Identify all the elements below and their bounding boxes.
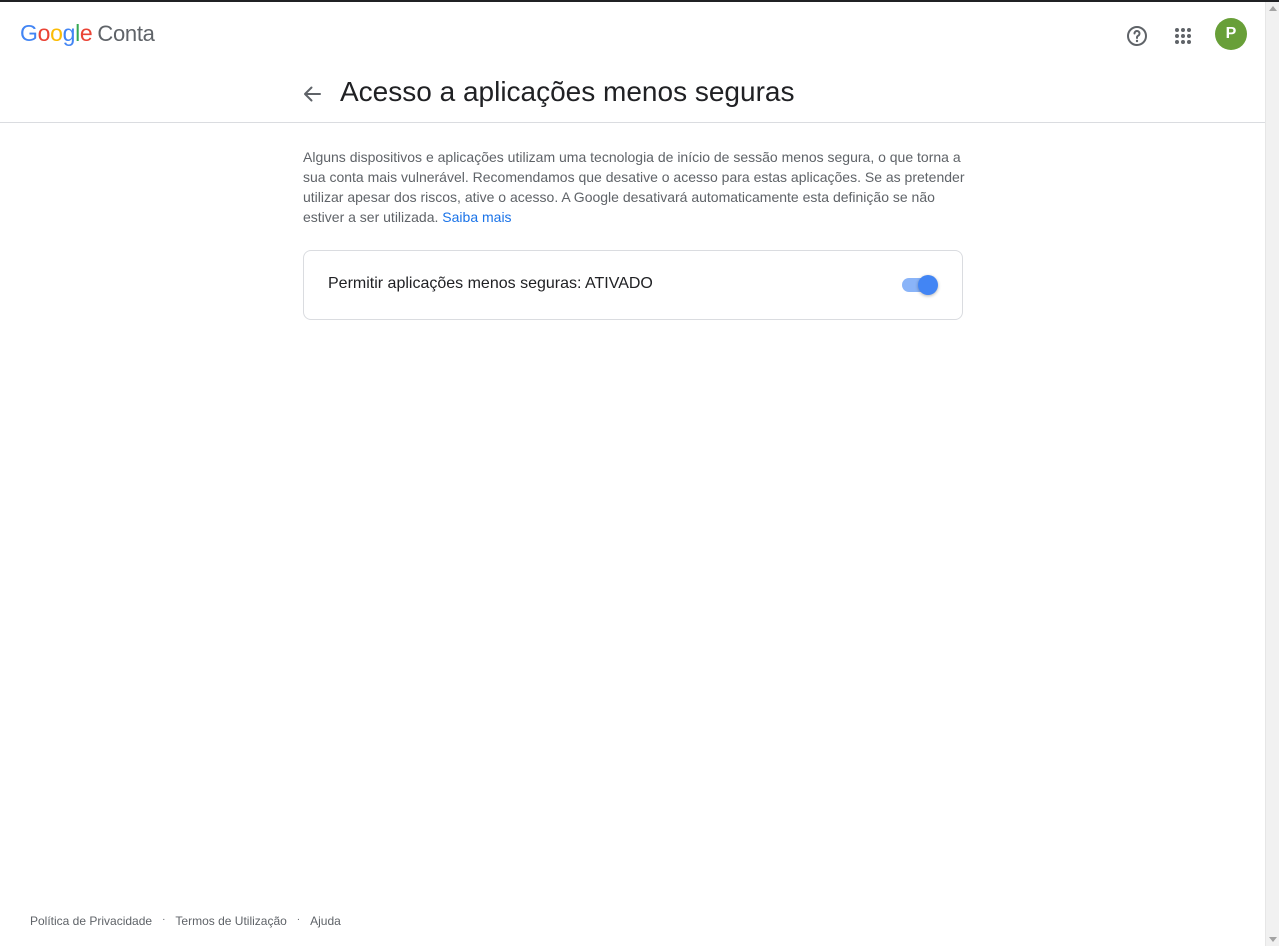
logo-letter: o	[37, 20, 51, 46]
description: Alguns dispositivos e aplicações utiliza…	[303, 147, 965, 227]
google-account-logo[interactable]: Google Conta	[20, 20, 155, 47]
logo-letter: G	[20, 20, 38, 46]
less-secure-apps-card: Permitir aplicações menos seguras: ATIVA…	[303, 250, 963, 320]
avatar[interactable]: P	[1215, 18, 1247, 50]
learn-more-link[interactable]: Saiba mais	[442, 209, 511, 225]
back-button[interactable]	[292, 74, 332, 114]
help-button[interactable]	[1117, 16, 1157, 56]
footer: Política de Privacidade · Termos de Util…	[30, 913, 341, 929]
logo-letter: o	[50, 20, 63, 46]
arrow-back-icon	[304, 86, 321, 102]
help-circle-icon	[1127, 26, 1147, 46]
apps-button[interactable]	[1163, 16, 1203, 56]
apps-grid-icon	[1175, 28, 1191, 44]
header: Google Conta P	[0, 2, 1265, 66]
product-name: Conta	[97, 21, 155, 46]
terms-link[interactable]: Termos de Utilização	[175, 914, 286, 928]
footer-separator: ·	[162, 913, 166, 925]
description-text: Alguns dispositivos e aplicações utiliza…	[303, 149, 965, 225]
title-row: Acesso a aplicações menos seguras	[0, 66, 1265, 123]
page: Google Conta P Acesso a aplicações menos…	[0, 2, 1265, 946]
less-secure-apps-toggle[interactable]	[902, 275, 938, 295]
logo-letter: e	[79, 20, 93, 46]
scroll-up-icon[interactable]	[1269, 6, 1277, 11]
help-link[interactable]: Ajuda	[310, 914, 341, 928]
setting-label: Permitir aplicações menos seguras: ATIVA…	[328, 275, 653, 292]
page-title: Acesso a aplicações menos seguras	[340, 76, 795, 107]
privacy-policy-link[interactable]: Política de Privacidade	[30, 914, 152, 928]
vertical-scrollbar[interactable]	[1265, 2, 1279, 946]
scroll-down-icon[interactable]	[1269, 937, 1277, 942]
toggle-thumb	[918, 275, 938, 295]
footer-separator: ·	[296, 913, 301, 925]
logo-letter: g	[62, 20, 76, 46]
